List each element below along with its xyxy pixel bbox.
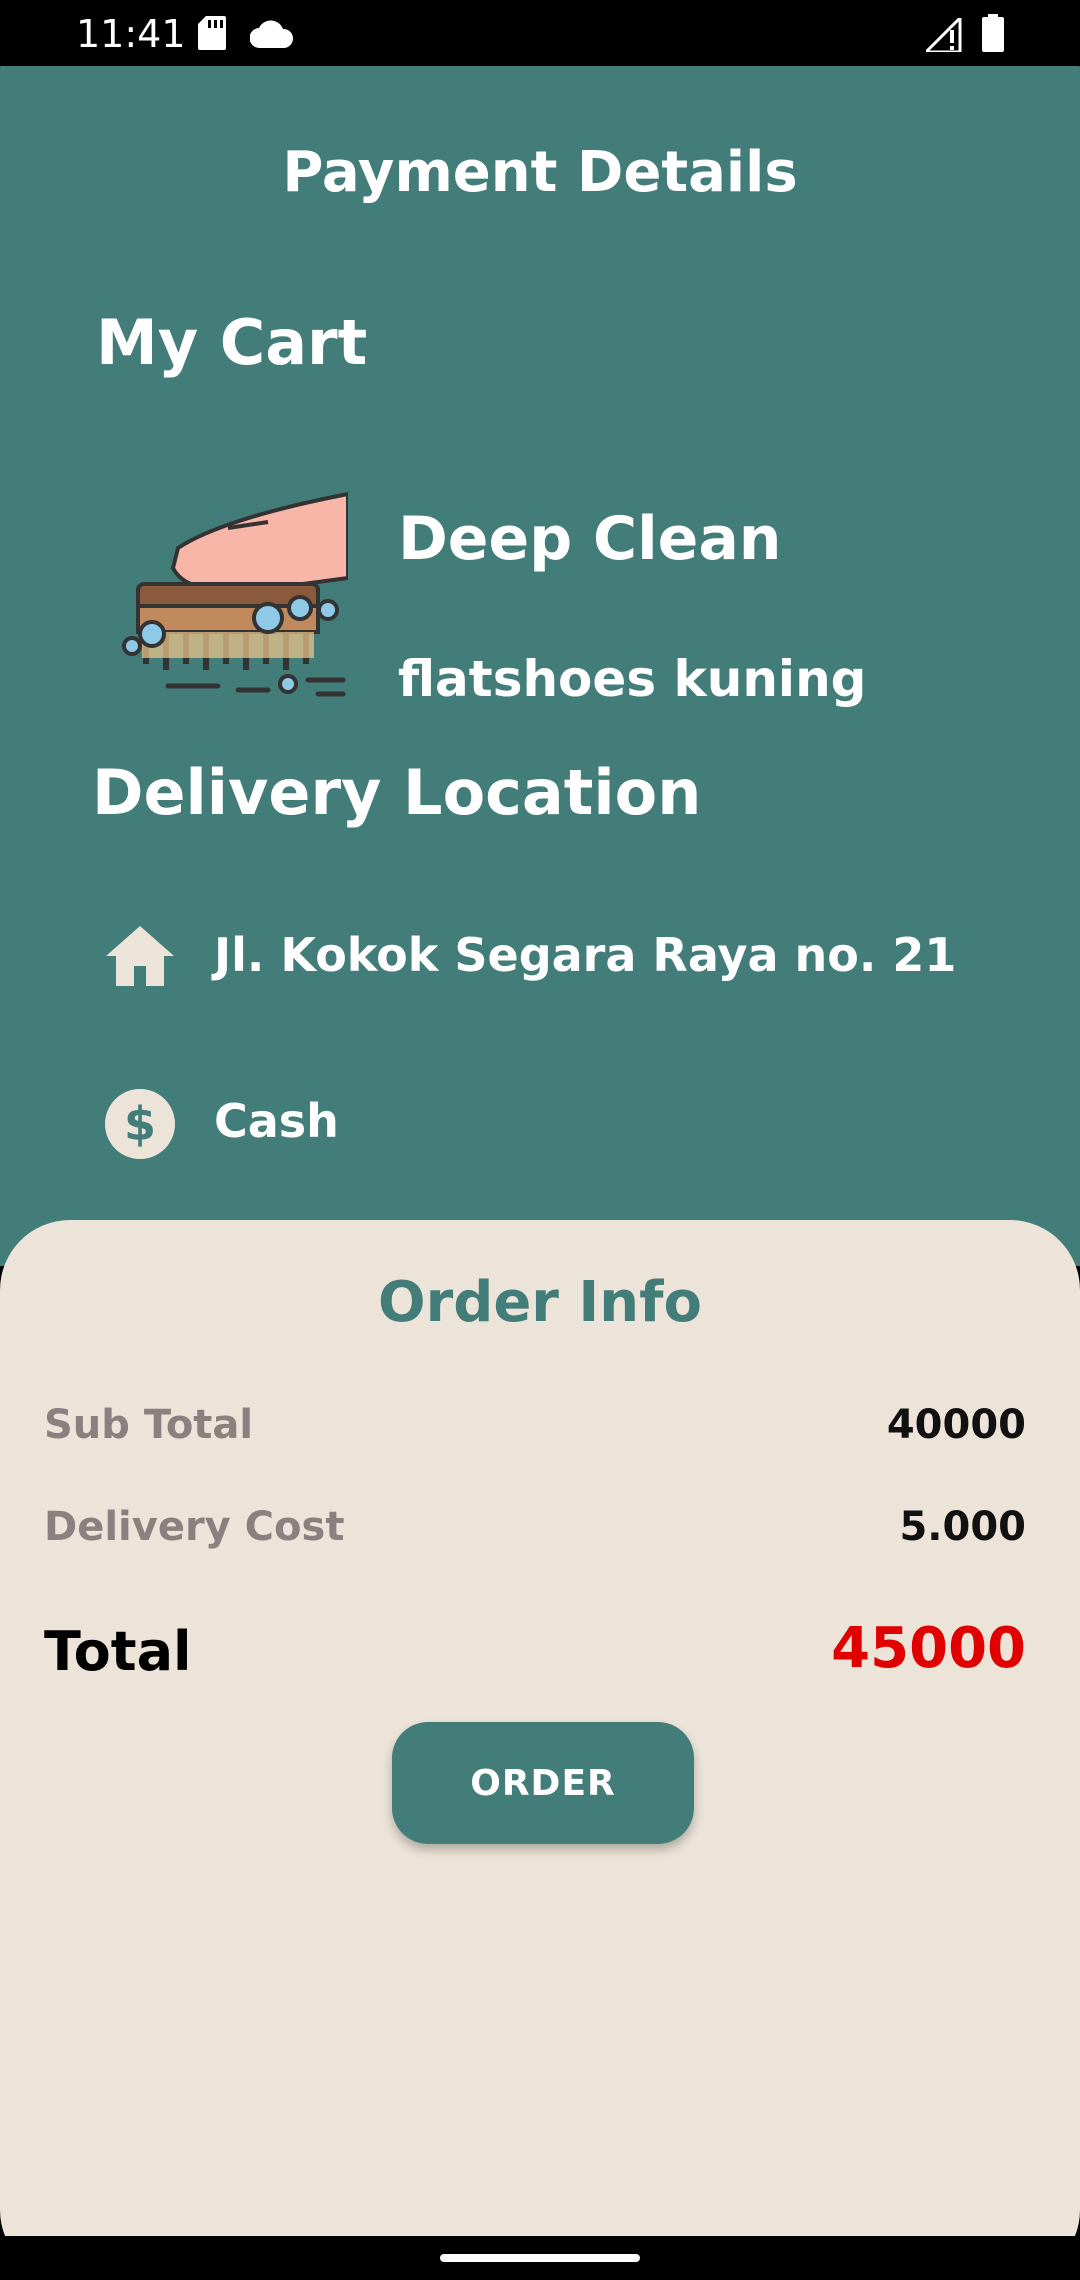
home-indicator[interactable] — [440, 2254, 640, 2262]
subtotal-value: 40000 — [886, 1402, 1026, 1448]
page-title: Payment Details — [282, 140, 798, 205]
order-info-title: Order Info — [378, 1270, 702, 1335]
subtotal-label: Sub Total — [44, 1402, 254, 1448]
payment-method[interactable]: Cash — [214, 1094, 339, 1148]
svg-text:$: $ — [124, 1097, 156, 1151]
product-name: Deep Clean — [398, 504, 782, 574]
dollar-icon: $ — [105, 1089, 175, 1159]
order-info-sheet: Order Info Sub Total 40000 Delivery Cost… — [0, 1220, 1080, 2236]
delivery-cost-label: Delivery Cost — [44, 1504, 345, 1550]
status-bar: 11:41 — [0, 0, 1080, 66]
cloud-icon — [250, 20, 293, 48]
status-time: 11:41 — [76, 12, 186, 56]
total-value: 45000 — [831, 1616, 1026, 1681]
cleaning-brush-icon — [122, 491, 348, 697]
order-button[interactable]: ORDER — [392, 1722, 694, 1844]
sd-card-icon — [198, 16, 226, 50]
product-description: flatshoes kuning — [398, 650, 867, 708]
delivery-cost-value: 5.000 — [899, 1504, 1026, 1550]
total-label: Total — [44, 1620, 192, 1683]
cart-title: My Cart — [96, 306, 368, 379]
phone-screen: 11:41 Payment Details My Cart Deep Clean… — [0, 0, 1080, 2280]
home-icon — [106, 926, 174, 986]
signal-icon — [926, 18, 962, 52]
delivery-address[interactable]: Jl. Kokok Segara Raya no. 21 — [214, 928, 956, 982]
delivery-location-title: Delivery Location — [92, 756, 702, 829]
battery-icon — [982, 14, 1004, 52]
